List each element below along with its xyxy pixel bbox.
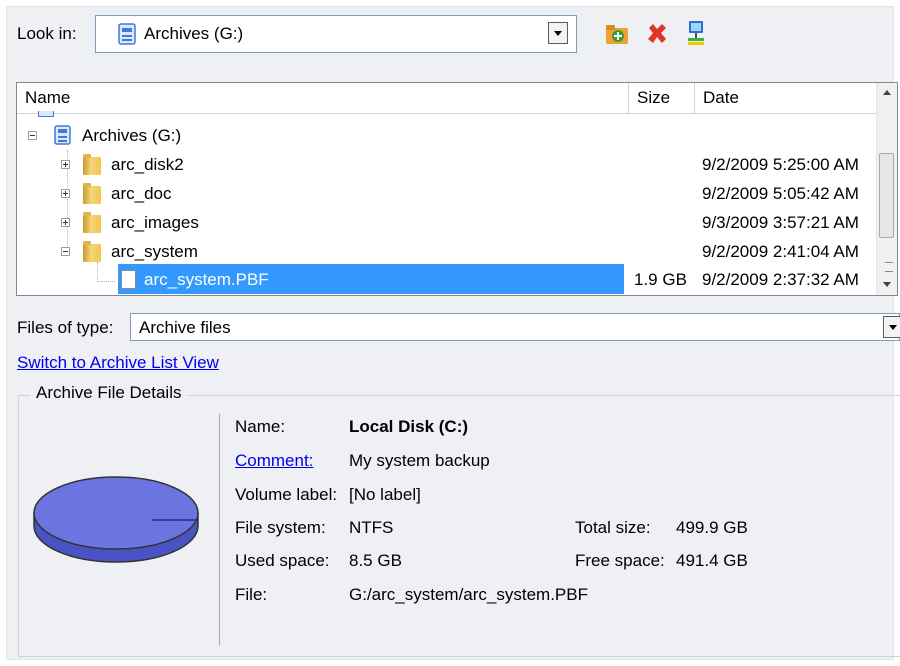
- comment-value: My system backup: [349, 451, 490, 470]
- scroll-thumb[interactable]: [879, 153, 894, 272]
- file-label: File:: [235, 585, 268, 604]
- used-space-label: Used space:: [235, 551, 330, 570]
- expand-toggle[interactable]: [61, 160, 70, 169]
- folder-icon: [83, 183, 101, 204]
- details-separator: [219, 414, 220, 646]
- expand-toggle[interactable]: [61, 189, 70, 198]
- file-icon: [121, 270, 136, 289]
- name-value: Local Disk (C:): [349, 417, 469, 436]
- free-space-label: Free space:: [575, 551, 665, 570]
- scroll-up-arrow[interactable]: [877, 83, 897, 103]
- switch-to-archive-list-view-link[interactable]: Switch to Archive List View: [17, 353, 219, 373]
- comment-link[interactable]: Comment:: [235, 451, 313, 471]
- tree-row-arc-disk2[interactable]: arc_disk2: [111, 151, 184, 179]
- look-in-label: Look in:: [17, 24, 77, 43]
- drive-icon: [54, 125, 71, 150]
- collapse-toggle[interactable]: [28, 131, 37, 140]
- look-in-value: Archives (G:): [144, 24, 244, 43]
- file-system-value: NTFS: [349, 518, 394, 537]
- tree-row-arc-system[interactable]: arc_system: [111, 238, 198, 266]
- collapse-toggle[interactable]: [61, 247, 70, 256]
- files-of-type-label: Files of type:: [17, 318, 114, 337]
- total-size-value: 499.9 GB: [676, 518, 748, 537]
- tree-row-archives[interactable]: Archives (G:): [82, 122, 181, 150]
- files-of-type-dropdown-button[interactable]: [883, 316, 900, 338]
- total-size-label: Total size:: [575, 518, 651, 537]
- tree-row-arc-images[interactable]: arc_images: [111, 209, 199, 237]
- folder-icon: [83, 154, 101, 175]
- files-of-type-combo[interactable]: Archive files: [130, 313, 900, 341]
- date-cell: 9/2/2009 2:41:04 AM: [702, 242, 859, 261]
- date-cell: 9/3/2009 3:57:21 AM: [702, 213, 859, 232]
- new-folder-icon[interactable]: [605, 22, 631, 51]
- tree-row-arc-system-pbf[interactable]: arc_system.PBF: [144, 266, 269, 294]
- tree-item-label: arc_system.PBF: [144, 270, 269, 289]
- expand-toggle[interactable]: [61, 218, 70, 227]
- column-name-header[interactable]: Name: [17, 83, 629, 113]
- tree-item-label: Archives (G:): [82, 126, 182, 145]
- disk-icon: [30, 468, 202, 583]
- folder-icon: [83, 212, 101, 233]
- archive-file-details-legend: Archive File Details: [30, 383, 188, 403]
- look-in-combo[interactable]: Archives (G:): [95, 15, 577, 53]
- volume-label-label: Volume label:: [235, 485, 338, 504]
- vertical-scrollbar[interactable]: [876, 83, 897, 295]
- files-of-type-value: Archive files: [139, 318, 231, 337]
- date-cell: 9/2/2009 5:25:00 AM: [702, 155, 859, 174]
- partial-drive-icon: [38, 111, 54, 117]
- delete-icon[interactable]: [645, 22, 669, 51]
- tree-item-label: arc_images: [111, 213, 199, 232]
- column-size-header[interactable]: Size: [629, 83, 695, 113]
- list-header: Name Size Date: [17, 83, 877, 114]
- used-space-value: 8.5 GB: [349, 551, 402, 570]
- column-date-header[interactable]: Date: [695, 83, 877, 113]
- date-cell: 9/2/2009 5:05:42 AM: [702, 184, 859, 203]
- folder-icon: [83, 241, 101, 262]
- drive-icon: [118, 23, 136, 50]
- tree-item-label: arc_doc: [111, 184, 172, 203]
- volume-label-value: [No label]: [349, 485, 421, 504]
- file-system-label: File system:: [235, 518, 326, 537]
- look-in-dropdown-button[interactable]: [548, 22, 568, 44]
- tree-item-label: arc_disk2: [111, 155, 184, 174]
- free-space-value: 491.4 GB: [676, 551, 748, 570]
- name-label: Name:: [235, 417, 286, 436]
- scroll-down-arrow[interactable]: [877, 275, 897, 295]
- date-cell: 9/2/2009 2:37:32 AM: [702, 270, 859, 289]
- size-cell: 1.9 GB: [634, 270, 687, 289]
- tree-item-label: arc_system: [111, 242, 198, 261]
- network-icon[interactable]: [686, 20, 708, 53]
- file-value: G:/arc_system/arc_system.PBF: [349, 585, 588, 604]
- tree-row-arc-doc[interactable]: arc_doc: [111, 180, 171, 208]
